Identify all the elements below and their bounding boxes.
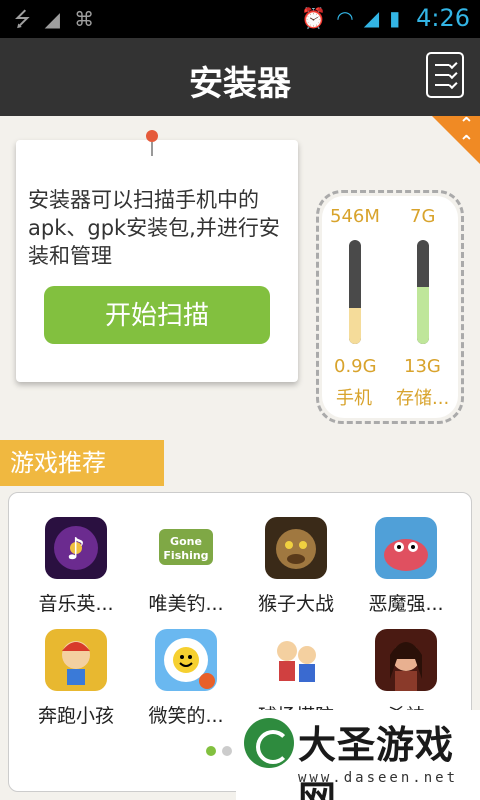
game-item[interactable]: 猴子大战 bbox=[241, 517, 351, 616]
smiling-flower-icon bbox=[155, 629, 217, 691]
checklist-icon[interactable] bbox=[426, 52, 464, 98]
page-dot[interactable] bbox=[222, 746, 232, 756]
watermark-url: www.daseen.net bbox=[298, 770, 459, 786]
game-name: 唯美钓... bbox=[148, 593, 224, 615]
gone-fishing-icon: Gone Fishing bbox=[155, 517, 217, 579]
game-item[interactable]: Gone Fishing 唯美钓... bbox=[131, 517, 241, 616]
battery-icon: ▮ bbox=[389, 6, 401, 30]
stadium-defense-icon bbox=[265, 629, 327, 691]
app-bar: 安装器 bbox=[0, 38, 480, 116]
usb-icon: ⭍ bbox=[14, 7, 31, 31]
status-bar: ⭍ ◢ ⌘ ⏰ ◠ ◢ ▮ 4:26 bbox=[0, 0, 480, 38]
music-hero-icon: ♪ bbox=[45, 517, 107, 579]
game-name: 微笑的... bbox=[148, 705, 224, 727]
start-scan-button[interactable]: 开始扫描 bbox=[44, 286, 270, 344]
page-indicator bbox=[206, 746, 232, 756]
crab-monster-icon bbox=[375, 517, 437, 579]
sd-storage-fill bbox=[417, 286, 429, 344]
pin-icon bbox=[146, 130, 158, 156]
pocket-icon: ◢ bbox=[44, 7, 61, 31]
game-item[interactable]: 恶魔强... bbox=[351, 517, 461, 616]
game-item[interactable]: 奔跑小孩 bbox=[21, 629, 131, 728]
signal-icon: ◢ bbox=[363, 6, 380, 30]
phone-storage-bar bbox=[349, 240, 361, 344]
page-title: 安装器 bbox=[189, 64, 291, 104]
game-item[interactable]: ♪ 音乐英... bbox=[21, 517, 131, 616]
game-name: 音乐英... bbox=[38, 593, 114, 615]
monkey-war-icon bbox=[265, 517, 327, 579]
svg-text:♪: ♪ bbox=[66, 532, 85, 567]
running-kid-icon bbox=[45, 629, 107, 691]
wifi-icon: ◠ bbox=[336, 6, 354, 30]
double-chevron-up-icon[interactable]: ⌃ ⌃ bbox=[459, 116, 474, 152]
game-name: 恶魔强... bbox=[368, 593, 444, 615]
phone-used: 546M bbox=[330, 206, 380, 227]
sd-total: 13G bbox=[404, 356, 441, 377]
sd-label: 存储... bbox=[396, 388, 450, 409]
sd-used: 7G bbox=[410, 206, 436, 227]
game-item[interactable]: 微笑的... bbox=[131, 629, 241, 728]
svg-text:Fishing: Fishing bbox=[163, 549, 208, 562]
warrior-girl-icon bbox=[375, 629, 437, 691]
game-name: 奔跑小孩 bbox=[37, 705, 114, 727]
game-name: 猴子大战 bbox=[257, 593, 334, 615]
svg-text:Gone: Gone bbox=[170, 535, 202, 548]
phone-storage-fill bbox=[349, 307, 361, 344]
alarm-icon: ⏰ bbox=[301, 6, 327, 30]
clock: 4:26 bbox=[416, 4, 470, 32]
logo-icon bbox=[244, 718, 294, 768]
sd-storage-bar bbox=[417, 240, 429, 344]
android-icon: ⌘ bbox=[74, 7, 95, 31]
intro-text: 安装器可以扫描手机中的apk、gpk安装包,并进行安装和管理 bbox=[28, 188, 280, 268]
phone-total: 0.9G bbox=[334, 356, 377, 377]
watermark-title: 大圣游戏网 bbox=[298, 723, 455, 800]
section-title: 游戏推荐 bbox=[0, 440, 164, 486]
watermark: 大圣游戏网 www.daseen.net bbox=[236, 710, 480, 800]
phone-label: 手机 bbox=[336, 388, 372, 409]
page-dot[interactable] bbox=[206, 746, 216, 756]
